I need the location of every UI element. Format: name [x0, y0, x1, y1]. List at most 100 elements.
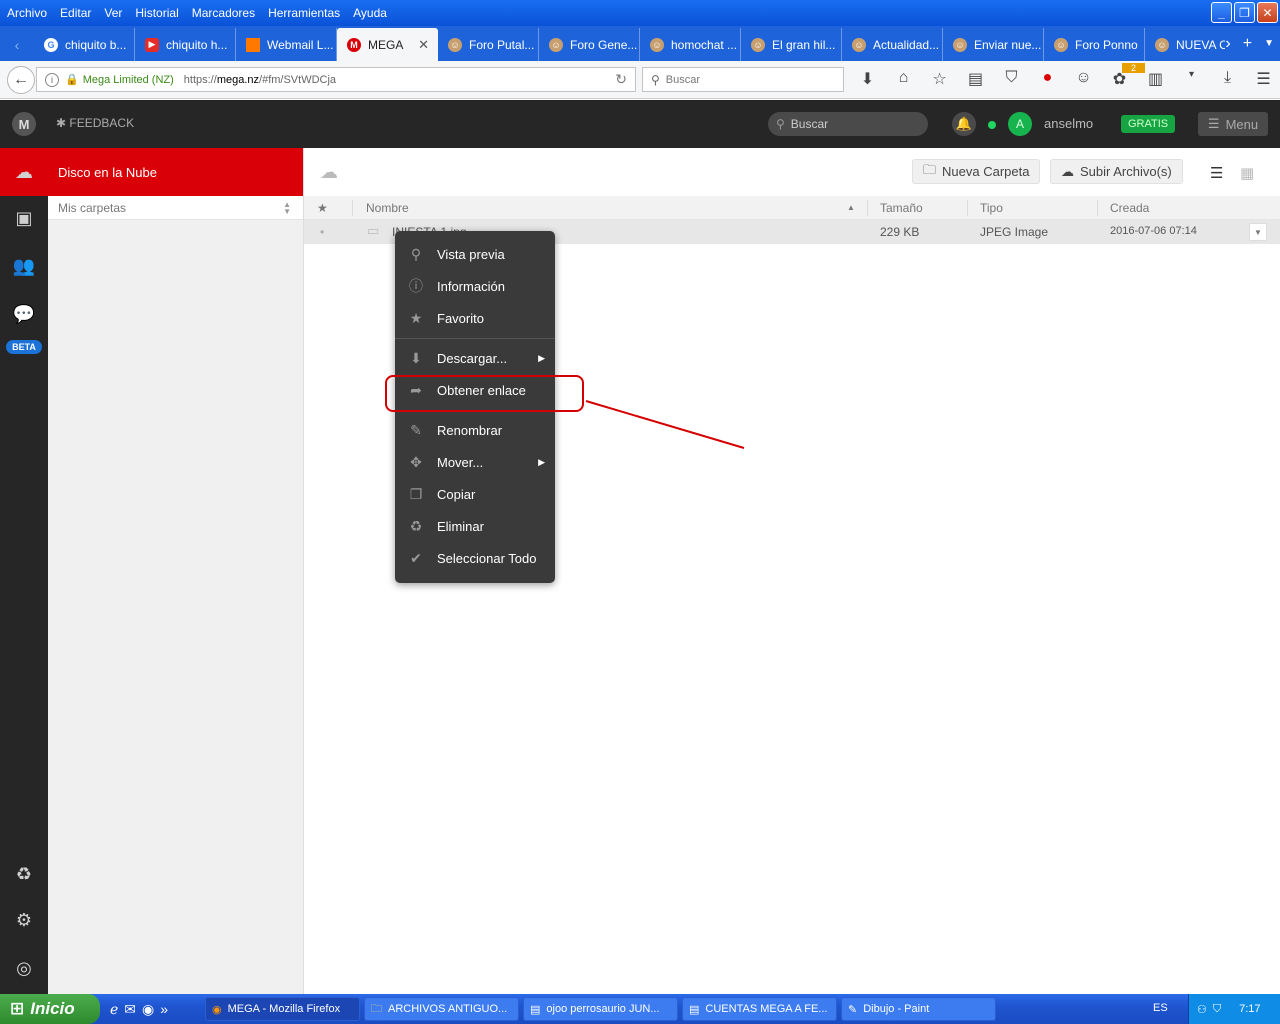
list-view-icon[interactable]: ☰ — [1210, 164, 1223, 182]
bookmark-star-icon[interactable]: ☆ — [928, 69, 951, 89]
menu-item-info[interactable]: ⓘ Información — [395, 272, 555, 300]
mega-header: M ✱ FEEDBACK ⚲ Buscar 🔔 A anselmo GRATIS … — [0, 100, 1280, 148]
tab-5[interactable]: ☺ Foro Gene... — [539, 28, 640, 61]
clipboard-icon[interactable]: ▥ — [1144, 69, 1167, 89]
feedback-button[interactable]: ✱ FEEDBACK — [56, 116, 134, 130]
tab-2[interactable]: Webmail L... — [236, 28, 337, 61]
shield-icon[interactable]: ⛉ — [1213, 1003, 1221, 1016]
grid-view-icon[interactable]: ▦ — [1240, 164, 1254, 182]
my-folders-header[interactable]: Mis carpetas ▲ ▼ — [48, 196, 303, 220]
menu-historial[interactable]: Historial — [135, 6, 178, 20]
ie-icon[interactable]: ℯ — [110, 1001, 118, 1018]
taskbar-window-doc2[interactable]: ▤ CUENTAS MEGA A FE... — [682, 997, 837, 1021]
menu-item-move[interactable]: ✥ Mover... ▶ — [395, 448, 555, 476]
menu-item-copy[interactable]: ❐ Copiar — [395, 480, 555, 508]
plan-badge[interactable]: GRATIS — [1121, 115, 1176, 133]
type-column-header[interactable]: Tipo — [980, 201, 1003, 215]
save-download-icon[interactable]: ⤓ — [1216, 69, 1239, 89]
menu-button[interactable]: ☰ Menu — [1198, 112, 1268, 136]
transfers-icon[interactable]: ◎ — [0, 958, 48, 979]
menu-ayuda[interactable]: Ayuda — [353, 6, 387, 20]
tab-10[interactable]: ☺ Foro Ponno — [1044, 28, 1145, 61]
menu-ver[interactable]: Ver — [104, 6, 122, 20]
url-bar[interactable]: i 🔒 Mega Limited (NZ) https://mega.nz/#f… — [36, 67, 636, 92]
tab-6[interactable]: ☺ homochat ... — [640, 28, 741, 61]
pocket-icon[interactable]: ⛉ — [1000, 69, 1023, 89]
tab-9[interactable]: ☺ Enviar nue... — [943, 28, 1044, 61]
reload-icon[interactable]: ↻ — [615, 71, 627, 88]
row-menu-icon[interactable]: ▼ — [1249, 223, 1267, 241]
bell-icon[interactable]: 🔔 — [952, 112, 976, 136]
tab-scroll-right-icon[interactable]: › — [1225, 35, 1230, 53]
tab-4[interactable]: ☺ Foro Putal... — [438, 28, 539, 61]
outlook-icon[interactable]: ✉ — [124, 1001, 136, 1018]
sort-icon[interactable]: ▲ ▼ — [283, 201, 291, 216]
tab-1[interactable]: ▶ chiquito h... — [135, 28, 236, 61]
menu-item-select-all[interactable]: ✔ Seleccionar Todo — [395, 544, 555, 572]
mega-search-input[interactable]: ⚲ Buscar — [768, 112, 928, 136]
mega-logo-icon[interactable]: M — [12, 112, 36, 136]
browser-search-input[interactable]: ⚲ Buscar — [642, 67, 844, 92]
menu-item-download[interactable]: ⬇ Descargar... ▶ — [395, 344, 555, 372]
hamburger-icon[interactable]: ☰ — [1252, 69, 1275, 89]
menu-item-preview[interactable]: ⚲ Vista previa — [395, 240, 555, 268]
shared-folders-icon[interactable]: ▣ — [0, 208, 48, 229]
language-indicator[interactable]: ES — [1153, 1002, 1168, 1014]
sort-asc-icon[interactable]: ▲ — [847, 203, 855, 212]
overflow-icon[interactable]: ▾ — [1180, 69, 1203, 89]
network-icon[interactable]: ⚇ — [1197, 1003, 1207, 1016]
created-column-header[interactable]: Creada — [1110, 201, 1149, 215]
reading-list-icon[interactable]: ▤ — [964, 69, 987, 89]
favourite-dot[interactable]: • — [320, 225, 324, 239]
taskbar-window-doc1[interactable]: ▤ ojoo perrosaurio JUN... — [523, 997, 678, 1021]
start-button[interactable]: ⊞ Inicio — [0, 994, 100, 1024]
tab-scroll-left-icon[interactable]: ‹ — [0, 28, 34, 61]
chat-icon[interactable]: ☺ — [1072, 69, 1095, 89]
menu-herramientas[interactable]: Herramientas — [268, 6, 340, 20]
quick-launch-more-icon[interactable]: » — [160, 1001, 168, 1018]
info-icon[interactable]: i — [45, 72, 59, 87]
back-button[interactable]: ← — [7, 65, 35, 94]
extension-icon[interactable]: ✿ 2 — [1108, 63, 1145, 89]
name-column-header[interactable]: Nombre — [366, 201, 409, 215]
file-created: 2016-07-06 07:14 — [1110, 225, 1197, 237]
settings-gear-icon[interactable]: ⚙ — [0, 910, 48, 931]
tab-close-icon[interactable]: ✕ — [418, 37, 429, 53]
taskbar-window-folder[interactable]: 🗀 ARCHIVOS ANTIGUO... — [364, 997, 519, 1021]
menu-archivo[interactable]: Archivo — [7, 6, 47, 20]
tab-0[interactable]: Gchiquito b... — [34, 28, 135, 61]
menu-item-rename[interactable]: ✎ Renombrar — [395, 416, 555, 444]
taskbar-window-firefox[interactable]: ◉ MEGA - Mozilla Firefox — [205, 997, 360, 1021]
cloud-breadcrumb-icon[interactable]: ☁ — [320, 162, 338, 183]
tab-3-active[interactable]: M MEGA ✕ — [337, 28, 438, 61]
rubbish-bin-icon[interactable]: ♻ — [0, 864, 48, 885]
tab-8[interactable]: ☺ Actualidad... — [842, 28, 943, 61]
cloud-drive-title[interactable]: Disco en la Nube — [48, 148, 303, 196]
taskbar-window-paint[interactable]: ✎ Dibujo - Paint — [841, 997, 996, 1021]
new-folder-button[interactable]: 🗀 Nueva Carpeta — [912, 159, 1041, 184]
avatar[interactable]: A — [1008, 112, 1032, 136]
tab-11[interactable]: ☺ NUEVA CU — [1145, 28, 1225, 61]
chat-icon[interactable]: 💬 — [0, 304, 48, 325]
menu-item-favourite[interactable]: ★ Favorito — [395, 304, 555, 332]
firefox-icon[interactable]: ◉ — [142, 1001, 154, 1018]
tab-7[interactable]: ☺ El gran hil... — [741, 28, 842, 61]
star-column-icon[interactable]: ★ — [317, 201, 328, 215]
username[interactable]: anselmo — [1044, 116, 1093, 131]
upload-button[interactable]: ☁ Subir Archivo(s) — [1050, 159, 1183, 184]
quick-launch: ℯ ✉ ◉ » — [110, 1001, 205, 1018]
close-window-button[interactable]: ✕ — [1257, 2, 1278, 23]
menu-item-delete[interactable]: ♻ Eliminar — [395, 512, 555, 540]
cloud-drive-icon[interactable]: ☁ — [0, 148, 48, 196]
contacts-icon[interactable]: 👥 — [0, 256, 48, 277]
home-icon[interactable]: ⌂ — [892, 69, 915, 89]
adblock-icon[interactable]: ● — [1036, 69, 1059, 89]
download-icon[interactable]: ⬇ — [856, 69, 879, 89]
new-tab-icon[interactable]: + — [1243, 35, 1252, 53]
minimize-button[interactable]: _ — [1211, 2, 1232, 23]
size-column-header[interactable]: Tamaño — [880, 201, 923, 215]
restore-button[interactable]: ❐ — [1234, 2, 1255, 23]
menu-editar[interactable]: Editar — [60, 6, 91, 20]
menu-marcadores[interactable]: Marcadores — [192, 6, 255, 20]
tab-list-icon[interactable]: ▼ — [1264, 38, 1274, 49]
